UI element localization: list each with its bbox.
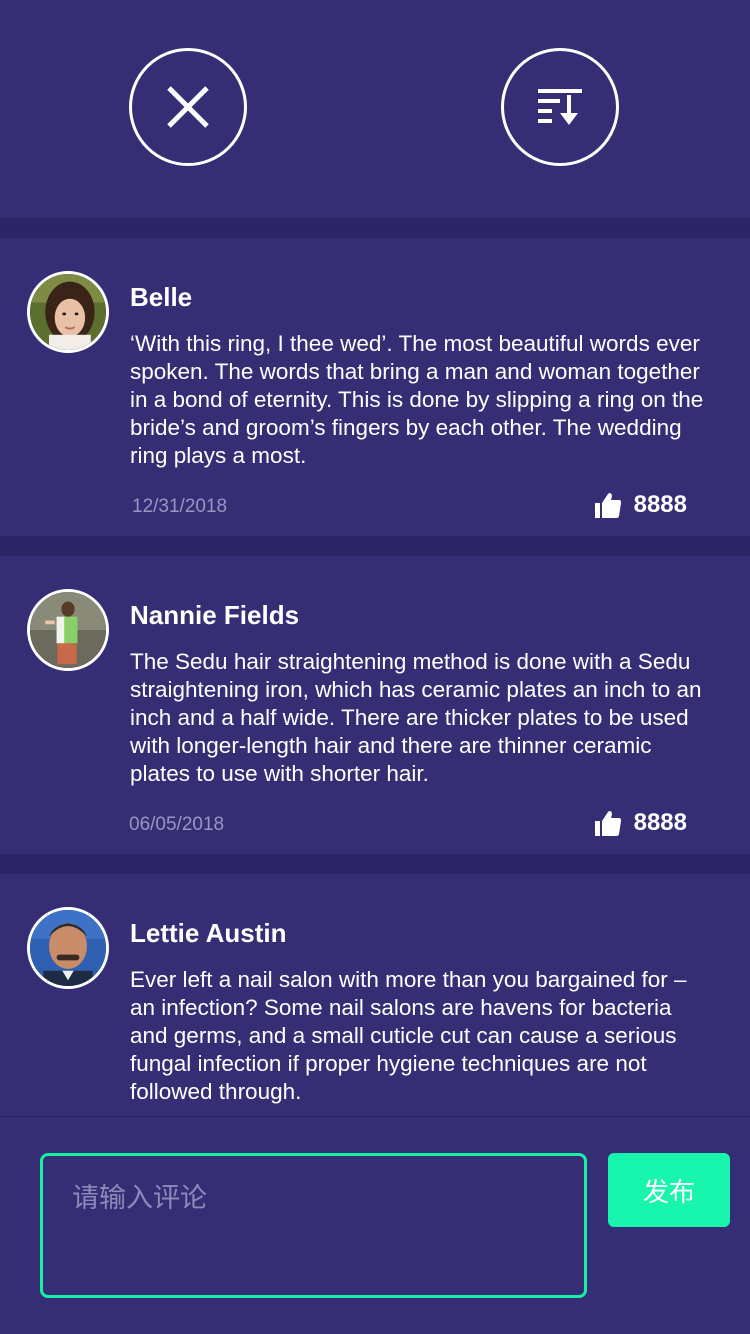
- like-button[interactable]: 8888: [594, 490, 687, 520]
- divider: [0, 854, 750, 874]
- like-button[interactable]: 8888: [594, 808, 687, 838]
- close-button[interactable]: [129, 48, 247, 166]
- comment-composer: 请输入评论 发布: [0, 1116, 750, 1334]
- comment-date: 06/05/2018: [129, 814, 225, 835]
- comment-input-placeholder: 请输入评论: [72, 1183, 207, 1214]
- comment-input[interactable]: 请输入评论: [40, 1153, 587, 1298]
- divider: [0, 218, 750, 238]
- divider: [0, 536, 750, 556]
- comment-text: The Sedu hair straightening method is do…: [130, 649, 702, 786]
- like-count: 8888: [633, 809, 687, 836]
- avatar[interactable]: [27, 271, 109, 353]
- sort-button[interactable]: [501, 48, 619, 166]
- commenter-name: Nannie Fields: [130, 600, 300, 630]
- comment-card: Lettie Austin Ever left a nail salon wit…: [0, 874, 750, 1116]
- comment-card: Nannie Fields The Sedu hair straightenin…: [0, 556, 750, 854]
- commenter-name: Belle: [130, 282, 193, 312]
- thumbs-up-icon: [594, 493, 621, 518]
- avatar[interactable]: [27, 589, 109, 671]
- publish-button[interactable]: 发布: [608, 1153, 730, 1227]
- comment-card: Belle ‘With this ring, I thee wed’. The …: [0, 238, 750, 536]
- commenter-name: Lettie Austin: [130, 918, 287, 948]
- top-bar: [0, 0, 750, 218]
- like-count: 8888: [633, 491, 687, 518]
- avatar[interactable]: [27, 907, 109, 989]
- comment-text: Ever left a nail salon with more than yo…: [130, 967, 687, 1104]
- comment-date: 12/31/2018: [132, 496, 228, 517]
- comment-text: ‘With this ring, I thee wed’. The most b…: [130, 331, 704, 468]
- sort-icon: [538, 89, 582, 125]
- close-icon: [167, 86, 209, 128]
- thumbs-up-icon: [594, 811, 621, 836]
